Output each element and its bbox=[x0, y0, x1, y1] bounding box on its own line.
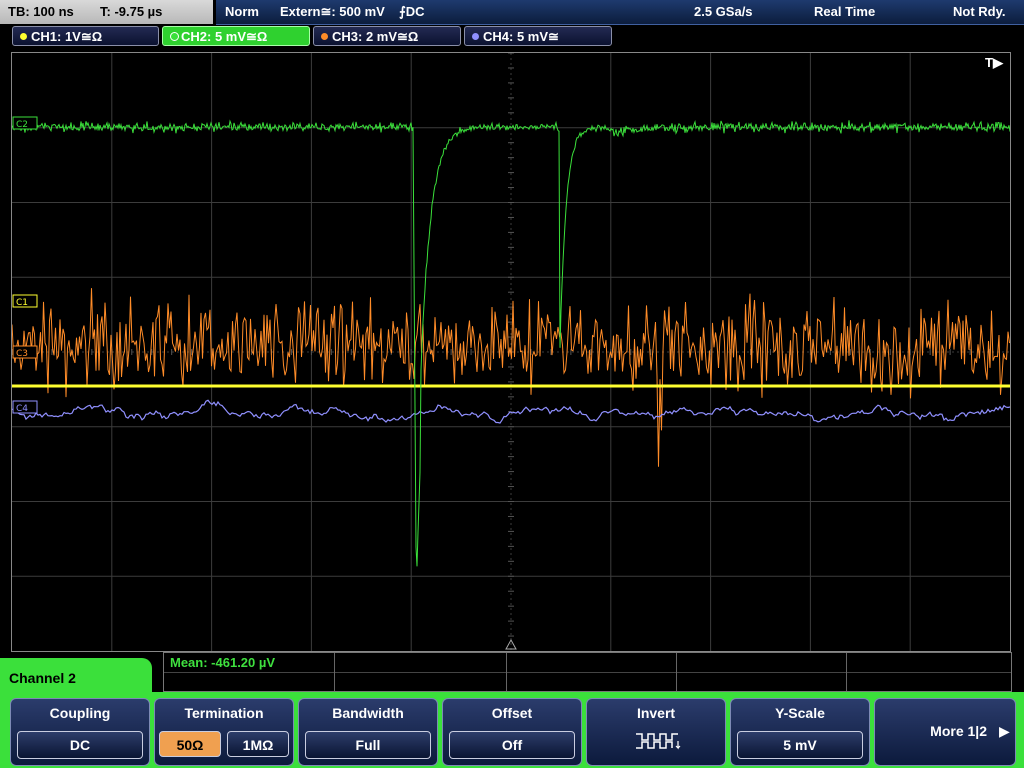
tab-ch2[interactable]: CH2: 5 mV≅Ω bbox=[162, 26, 310, 46]
measurement-divider bbox=[334, 653, 335, 691]
trigger-time-value: T: -9.75 µs bbox=[100, 4, 163, 19]
acquisition-mode[interactable]: Real Time bbox=[814, 0, 875, 24]
tab-ch3[interactable]: CH3: 2 mV≅Ω bbox=[313, 26, 461, 46]
coupling-value[interactable]: DC bbox=[17, 731, 143, 759]
bandwidth-softkey[interactable]: Bandwidth Full bbox=[298, 698, 438, 766]
trigger-mode[interactable]: Norm bbox=[225, 0, 259, 24]
invert-softkey[interactable]: Invert bbox=[586, 698, 726, 766]
tab-ch1[interactable]: CH1: 1V≅Ω bbox=[12, 26, 159, 46]
yscale-softkey[interactable]: Y-Scale 5 mV bbox=[730, 698, 870, 766]
trigger-slope[interactable]: ⨍DC bbox=[399, 0, 425, 24]
channel-tabs: CH1: 1V≅Ω CH2: 5 mV≅Ω CH3: 2 mV≅Ω CH4: 5… bbox=[0, 26, 1024, 48]
invert-waveform-icon bbox=[636, 733, 681, 750]
termination-50-button[interactable]: 50Ω bbox=[159, 731, 221, 757]
more-arrow-icon: ▶ bbox=[999, 723, 1010, 739]
top-status-bar: TB: 100 ns T: -9.75 µs Norm Extern≅: 500… bbox=[0, 0, 1024, 25]
ch1-dot-icon bbox=[20, 33, 27, 40]
bandwidth-value[interactable]: Full bbox=[305, 731, 431, 759]
c4-marker-label: C4 bbox=[16, 404, 28, 414]
ch1-label: CH1: 1V≅Ω bbox=[31, 29, 103, 44]
mean-measurement: Mean: -461.20 µV bbox=[170, 655, 276, 670]
trigger-position-marker: T▶ bbox=[985, 55, 1003, 70]
ch3-label: CH3: 2 mV≅Ω bbox=[332, 29, 419, 44]
invert-label: Invert bbox=[636, 705, 676, 721]
bandwidth-label: Bandwidth bbox=[332, 705, 404, 721]
ch4-label: CH4: 5 mV≅ bbox=[483, 29, 559, 44]
sample-rate[interactable]: 2.5 GSa/s bbox=[694, 0, 753, 24]
offset-label: Offset bbox=[491, 705, 533, 721]
waveform-display[interactable]: C2 C1 C3 C4 bbox=[11, 52, 1011, 652]
termination-softkey[interactable]: Termination 50Ω 1MΩ bbox=[154, 698, 294, 766]
yscale-label: Y-Scale bbox=[775, 705, 825, 721]
termination-label: Termination bbox=[184, 705, 264, 721]
ch2-label: CH2: 5 mV≅Ω bbox=[181, 29, 268, 44]
measurement-divider bbox=[506, 653, 507, 691]
offset-value[interactable]: Off bbox=[449, 731, 575, 759]
ch2-dot-icon bbox=[170, 32, 179, 41]
timebase-box[interactable]: TB: 100 ns T: -9.75 µs bbox=[0, 0, 213, 24]
measurement-divider bbox=[676, 653, 677, 691]
channel-title-label: Channel 2 bbox=[9, 670, 76, 686]
coupling-label: Coupling bbox=[49, 705, 111, 721]
coupling-softkey[interactable]: Coupling DC bbox=[10, 698, 150, 766]
timebase-value: TB: 100 ns bbox=[8, 4, 74, 19]
measurement-divider bbox=[164, 672, 1011, 673]
ch4-dot-icon bbox=[472, 33, 479, 40]
yscale-value[interactable]: 5 mV bbox=[737, 731, 863, 759]
c2-marker-label: C2 bbox=[16, 120, 28, 130]
more-label: More 1|2 bbox=[930, 723, 987, 739]
termination-1m-button[interactable]: 1MΩ bbox=[227, 731, 289, 757]
more-softkey[interactable]: More 1|2 ▶ bbox=[874, 698, 1016, 766]
acquisition-status: Not Rdy. bbox=[953, 4, 1006, 19]
measurement-panel[interactable]: Mean: -461.20 µV bbox=[163, 652, 1012, 692]
offset-softkey[interactable]: Offset Off bbox=[442, 698, 582, 766]
trigger-source[interactable]: Extern≅: 500 mV bbox=[280, 0, 385, 24]
c1-marker-label: C1 bbox=[16, 298, 28, 308]
tab-ch4[interactable]: CH4: 5 mV≅ bbox=[464, 26, 612, 46]
waveform-canvas: C2 C1 C3 C4 bbox=[12, 53, 1010, 651]
ch3-dot-icon bbox=[321, 33, 328, 40]
measurement-divider bbox=[846, 653, 847, 691]
c3-marker-label: C3 bbox=[16, 349, 28, 359]
